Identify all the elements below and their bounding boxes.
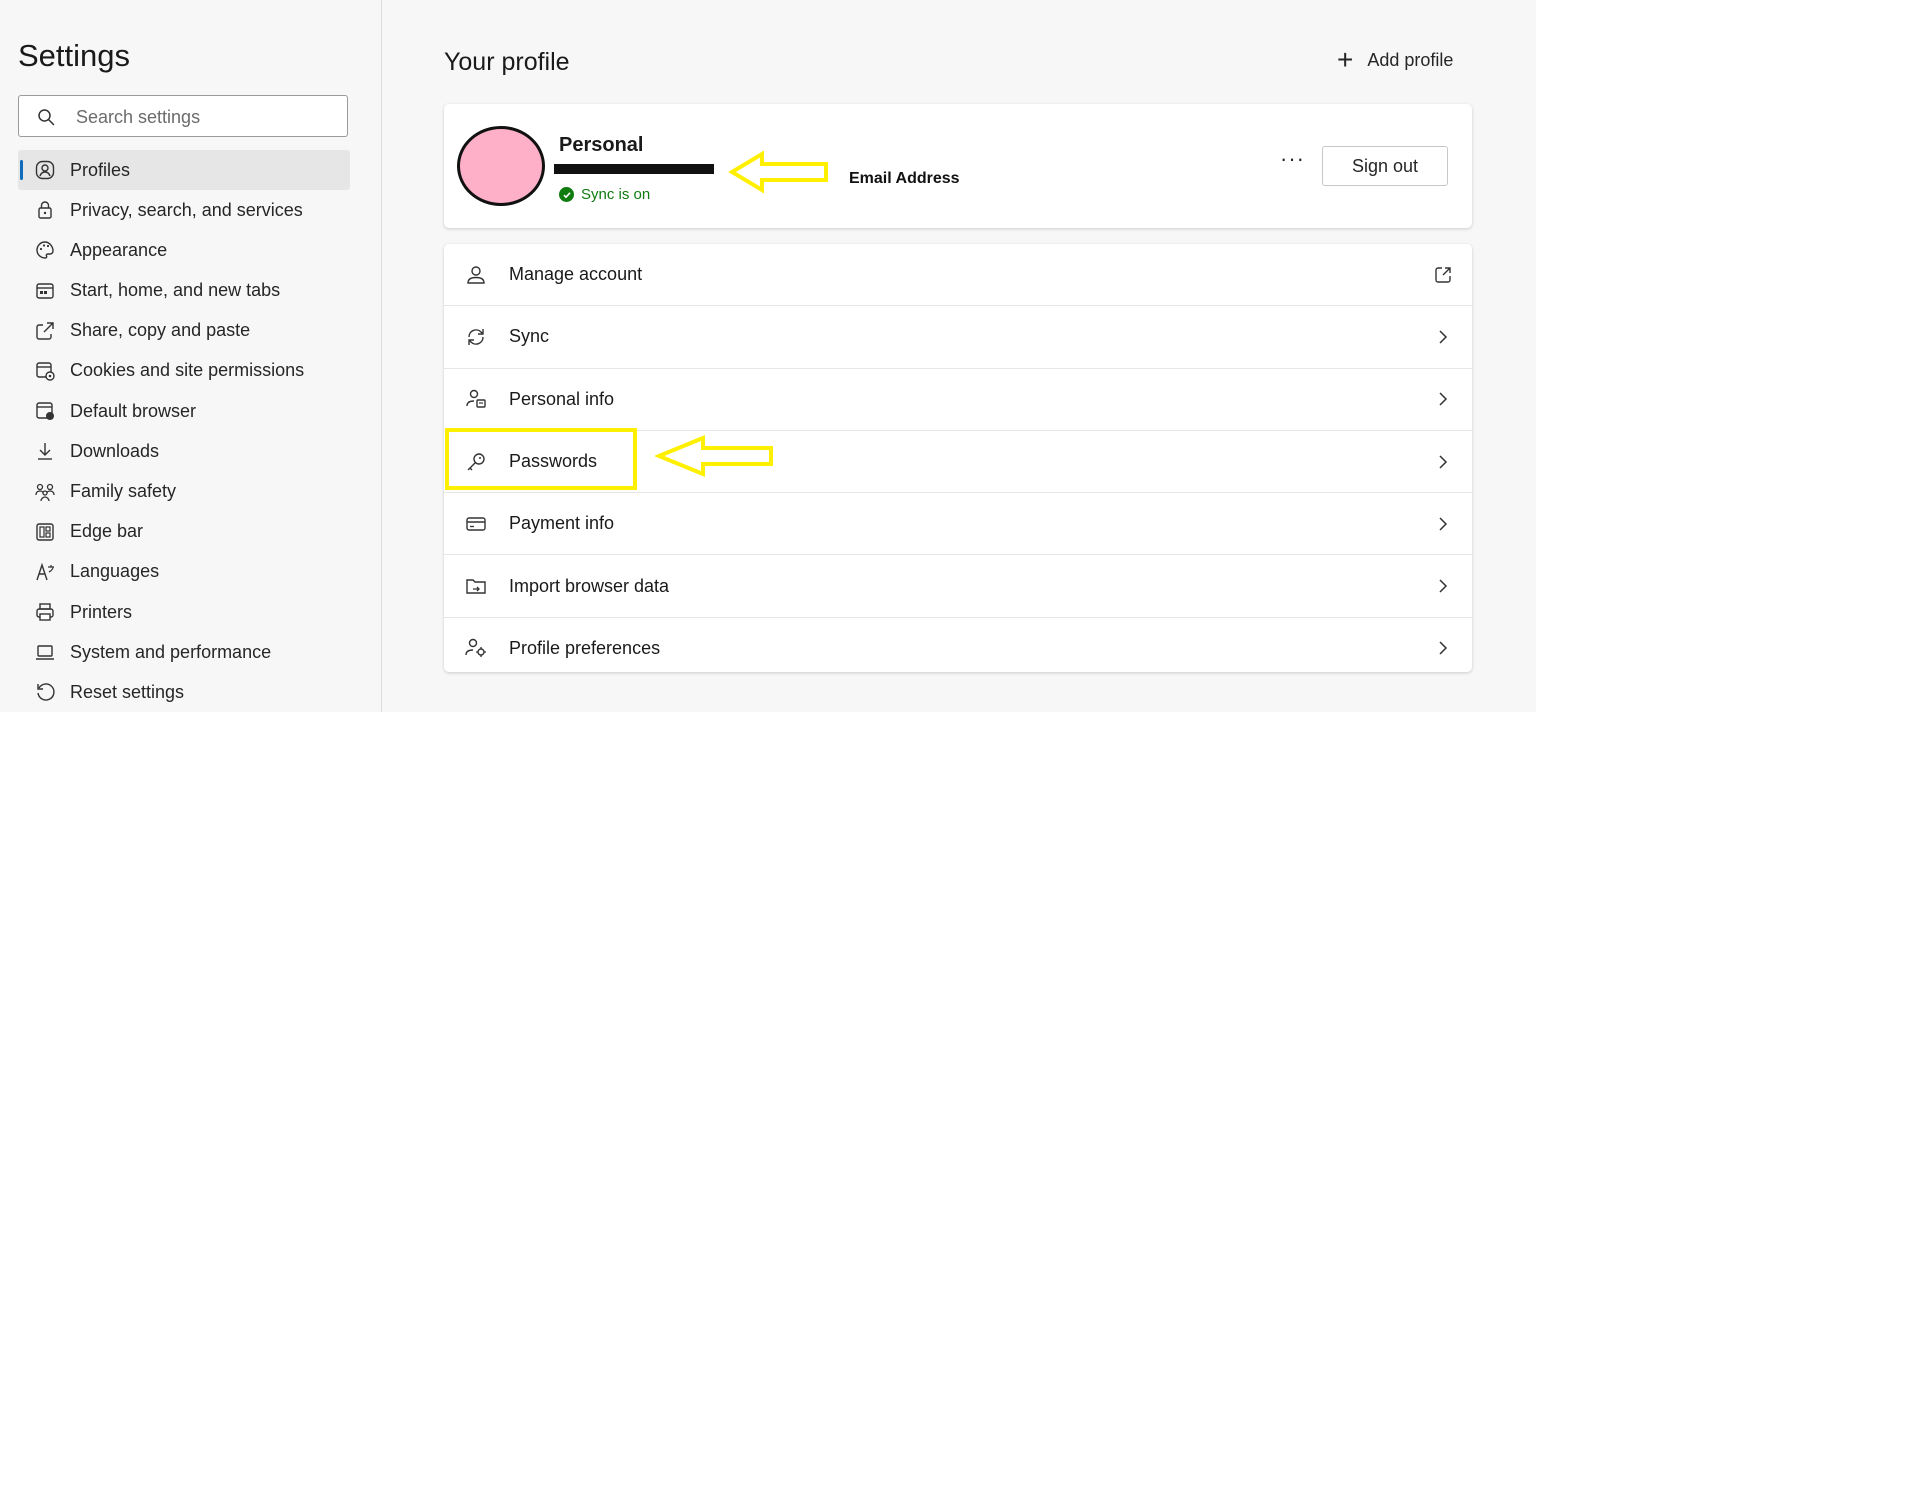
sidebar-item-label: Downloads xyxy=(70,440,160,461)
edge-bar-icon xyxy=(34,521,56,543)
credit-card-icon xyxy=(464,512,488,536)
page-title: Your profile xyxy=(444,48,570,76)
profile-preferences-icon xyxy=(464,636,488,660)
avatar[interactable] xyxy=(457,126,545,206)
lock-icon xyxy=(34,199,56,221)
sidebar-item-share[interactable]: Share, copy and paste xyxy=(18,311,350,351)
sidebar-item-label: Start, home, and new tabs xyxy=(70,280,281,301)
sidebar-item-label: Appearance xyxy=(70,239,168,260)
sync-status: Sync is on xyxy=(559,186,650,203)
sidebar-item-languages[interactable]: Languages xyxy=(18,552,350,592)
sidebar-item-label: Reset settings xyxy=(70,681,185,702)
chevron-right-icon xyxy=(1434,390,1452,408)
search-icon xyxy=(38,109,55,126)
default-browser-icon xyxy=(34,400,56,422)
chevron-right-icon xyxy=(1434,453,1452,471)
email-arrow-annotation xyxy=(728,150,828,194)
email-address-annotation: Email Address xyxy=(849,170,960,187)
sidebar-nav: Profiles Privacy, search, and services A… xyxy=(18,150,350,713)
cookie-permissions-icon xyxy=(34,360,56,382)
menu-label: Sync xyxy=(509,326,550,347)
passwords-arrow-annotation xyxy=(655,435,773,477)
sidebar-item-start-home[interactable]: Start, home, and new tabs xyxy=(18,271,350,311)
share-icon xyxy=(34,320,56,342)
import-folder-icon xyxy=(464,574,488,598)
more-options-button[interactable]: ··· xyxy=(1280,148,1305,170)
add-profile-button[interactable]: + Add profile xyxy=(1337,44,1454,75)
menu-label: Import browser data xyxy=(509,575,670,596)
search-input[interactable] xyxy=(74,102,338,132)
sidebar-item-printers[interactable]: Printers xyxy=(18,592,350,632)
sync-icon xyxy=(464,325,488,349)
sidebar-item-label: Default browser xyxy=(70,400,197,421)
sync-status-text: Sync is on xyxy=(581,186,651,203)
menu-row-manage-account[interactable]: Manage account xyxy=(444,244,1472,307)
check-circle-icon xyxy=(559,187,574,202)
sidebar-item-label: Languages xyxy=(70,561,160,582)
sidebar-item-label: Family safety xyxy=(70,481,177,501)
palette-icon xyxy=(34,239,56,261)
menu-label: Profile preferences xyxy=(509,637,661,658)
sidebar-title: Settings xyxy=(18,38,131,73)
menu-row-payment-info[interactable]: Payment info xyxy=(444,493,1472,556)
menu-label: Personal info xyxy=(509,388,615,409)
add-profile-label: Add profile xyxy=(1367,49,1454,70)
chevron-right-icon xyxy=(1434,577,1452,595)
profile-name: Personal xyxy=(559,134,644,156)
plus-icon: + xyxy=(1337,44,1354,75)
sidebar-item-label: Cookies and site permissions xyxy=(70,360,305,381)
sidebar-item-edge-bar[interactable]: Edge bar xyxy=(18,512,350,552)
sign-out-button[interactable]: Sign out xyxy=(1322,146,1448,186)
external-link-icon xyxy=(1434,266,1452,284)
home-tabs-icon xyxy=(34,280,56,302)
laptop-icon xyxy=(34,641,56,663)
chevron-right-icon xyxy=(1434,639,1452,657)
sidebar-item-reset[interactable]: Reset settings xyxy=(18,672,350,712)
sidebar-item-cookies[interactable]: Cookies and site permissions xyxy=(18,351,350,391)
redacted-email xyxy=(554,164,714,174)
settings-window: Settings Profiles Privacy, search, and s… xyxy=(0,0,1536,712)
sidebar-item-default-browser[interactable]: Default browser xyxy=(18,391,350,431)
sidebar-item-label: Share, copy and paste xyxy=(70,320,251,341)
menu-row-personal-info[interactable]: Personal info xyxy=(444,369,1472,431)
profile-card: Personal Sync is on Email Address ··· Si… xyxy=(444,104,1472,228)
download-icon xyxy=(34,440,56,462)
reset-icon xyxy=(34,681,56,703)
personal-info-icon xyxy=(464,387,488,411)
language-icon xyxy=(34,561,56,583)
sidebar-item-label: Profiles xyxy=(70,159,131,180)
sidebar-item-label: System and performance xyxy=(70,641,272,662)
sidebar: Settings Profiles Privacy, search, and s… xyxy=(0,0,382,712)
sidebar-item-label: Privacy, search, and services xyxy=(70,199,303,220)
chevron-right-icon xyxy=(1434,328,1452,346)
main-content: Your profile + Add profile Personal Sync… xyxy=(382,0,1536,712)
passwords-highlight-box xyxy=(445,428,637,490)
menu-row-profile-preferences[interactable]: Profile preferences xyxy=(444,618,1472,679)
chevron-right-icon xyxy=(1434,515,1452,533)
printer-icon xyxy=(34,601,56,623)
sidebar-item-appearance[interactable]: Appearance xyxy=(18,230,350,270)
sidebar-item-label: Edge bar xyxy=(70,521,144,542)
sidebar-item-family-safety[interactable]: Family safety xyxy=(18,472,350,512)
sidebar-item-label: Printers xyxy=(70,601,133,622)
family-icon xyxy=(34,481,56,503)
menu-row-sync[interactable]: Sync xyxy=(444,306,1472,369)
menu-label: Payment info xyxy=(509,513,615,534)
sidebar-item-profiles[interactable]: Profiles xyxy=(18,150,350,190)
menu-row-import-browser-data[interactable]: Import browser data xyxy=(444,555,1472,618)
menu-label: Manage account xyxy=(509,264,643,285)
sidebar-item-privacy[interactable]: Privacy, search, and services xyxy=(18,190,350,230)
person-icon xyxy=(464,263,488,287)
sidebar-item-downloads[interactable]: Downloads xyxy=(18,431,350,471)
search-box[interactable] xyxy=(18,95,348,137)
profile-icon xyxy=(34,159,56,181)
sidebar-item-system[interactable]: System and performance xyxy=(18,632,350,672)
